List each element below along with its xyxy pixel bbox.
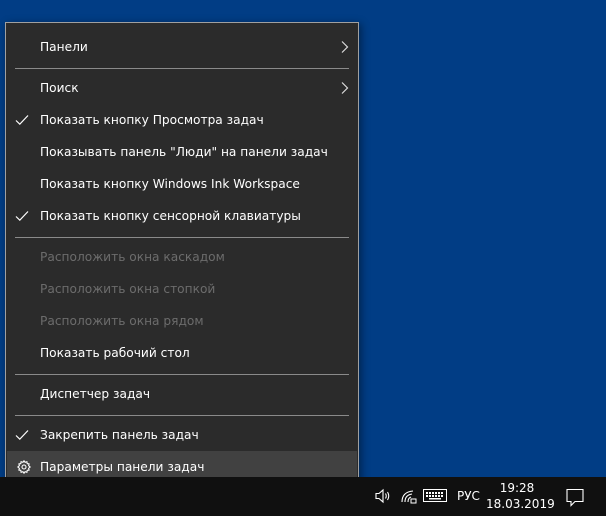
clock-time: 19:28	[499, 481, 535, 495]
volume-icon[interactable]	[374, 487, 392, 505]
menu-item-label: Расположить окна каскадом	[40, 250, 225, 264]
keyboard-icon[interactable]	[423, 487, 447, 503]
menu-item-label: Показать кнопку Windows Ink Workspace	[40, 177, 300, 191]
menu-item-show-windows-ink-button[interactable]: Показать кнопку Windows Ink Workspace	[7, 168, 357, 200]
menu-item-stack-windows: Расположить окна стопкой	[7, 273, 357, 305]
menu-item-label: Расположить окна рядом	[40, 314, 204, 328]
menu-item-label: Поиск	[40, 81, 79, 95]
notification-icon[interactable]	[560, 486, 590, 508]
menu-item-search[interactable]: Поиск	[7, 72, 357, 104]
menu-item-label: Показать кнопку сенсорной клавиатуры	[40, 209, 301, 223]
gear-icon	[17, 460, 31, 474]
chevron-right-icon	[341, 41, 349, 53]
menu-separator	[15, 374, 349, 375]
chevron-right-icon	[341, 82, 349, 94]
taskbar: РУС 19:28 18.03.2019	[0, 477, 606, 516]
menu-item-label: Показать кнопку Просмотра задач	[40, 113, 264, 127]
menu-separator	[15, 415, 349, 416]
menu-item-show-people-panel[interactable]: Показывать панель "Люди" на панели задач	[7, 136, 357, 168]
checkmark-icon	[15, 114, 29, 126]
menu-item-side-by-side-windows: Расположить окна рядом	[7, 305, 357, 337]
menu-item-label: Панели	[40, 40, 88, 54]
menu-item-cascade-windows: Расположить окна каскадом	[7, 241, 357, 273]
menu-item-show-touch-keyboard-button[interactable]: Показать кнопку сенсорной клавиатуры	[7, 200, 357, 232]
clock[interactable]: 19:28 18.03.2019	[486, 480, 555, 512]
menu-item-task-manager[interactable]: Диспетчер задач	[7, 378, 357, 410]
menu-item-panels[interactable]: Панели	[7, 31, 357, 63]
clock-date: 18.03.2019	[486, 497, 555, 511]
wifi-icon[interactable]	[400, 487, 418, 505]
menu-item-show-task-view-button[interactable]: Показать кнопку Просмотра задач	[7, 104, 357, 136]
menu-item-label: Показывать панель "Люди" на панели задач	[40, 145, 328, 159]
menu-item-lock-taskbar[interactable]: Закрепить панель задач	[7, 419, 357, 451]
menu-item-label: Расположить окна стопкой	[40, 282, 216, 296]
checkmark-icon	[15, 429, 29, 441]
menu-item-show-desktop[interactable]: Показать рабочий стол	[7, 337, 357, 369]
input-language-indicator[interactable]: РУС	[457, 477, 480, 516]
menu-item-label: Показать рабочий стол	[40, 346, 190, 360]
menu-separator	[15, 237, 349, 238]
checkmark-icon	[15, 210, 29, 222]
taskbar-context-menu: Панели Поиск Показать кнопку Просмотра з…	[5, 22, 359, 486]
menu-separator	[15, 68, 349, 69]
menu-item-label: Диспетчер задач	[40, 387, 151, 401]
menu-item-label: Закрепить панель задач	[40, 428, 199, 442]
